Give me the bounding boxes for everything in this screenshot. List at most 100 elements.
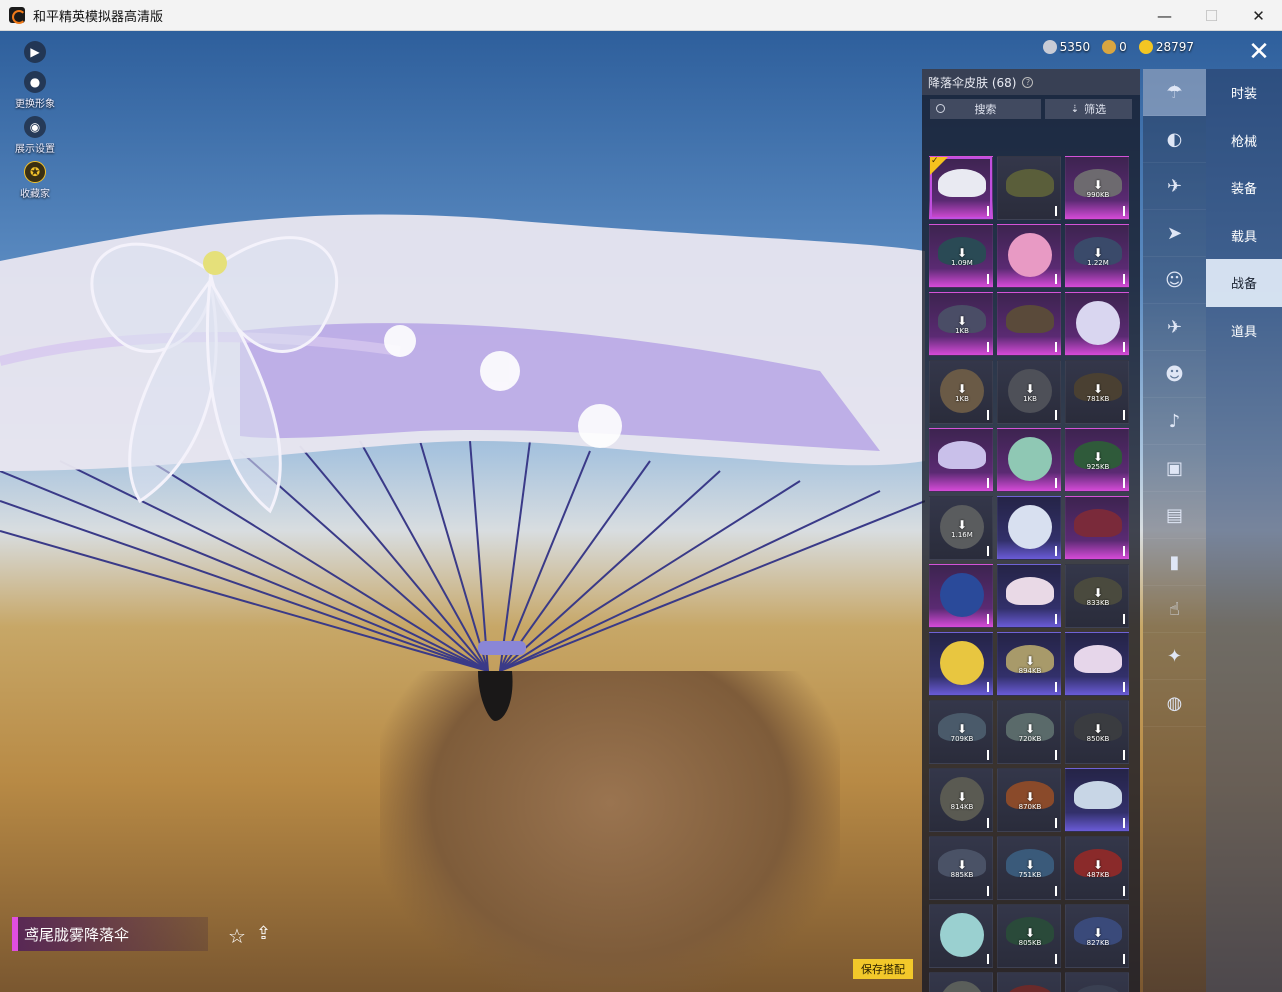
skin-item[interactable]: ⬇843KB xyxy=(1065,972,1129,992)
subcategory-gallery-icon[interactable]: ▤ xyxy=(1143,492,1206,539)
skin-item[interactable]: ⬇ 805KB xyxy=(997,904,1061,968)
search-button[interactable]: 搜索 xyxy=(930,99,1041,119)
silver-coin-icon xyxy=(1042,40,1057,54)
skin-item[interactable]: ⬇ 870KB xyxy=(997,768,1061,832)
skin-item[interactable] xyxy=(1065,292,1129,356)
subcategory-tap-icon[interactable]: ☝ xyxy=(1143,586,1206,633)
help-icon[interactable]: ? xyxy=(1022,76,1034,88)
category-tab[interactable]: 时装 xyxy=(1206,69,1282,117)
close-window-button[interactable]: ✕ xyxy=(1235,0,1282,31)
skin-item[interactable]: ⬇ 925KB xyxy=(1065,428,1129,492)
save-outfit-button[interactable]: 保存搭配 xyxy=(853,959,913,979)
favorite-star-icon[interactable]: ☆ xyxy=(228,925,250,947)
skin-item[interactable]: ⬇ 781KB xyxy=(1065,360,1129,424)
download-icon: ⬇ xyxy=(956,790,968,804)
subcategory-plane-trail-icon[interactable]: ✈ xyxy=(1143,163,1206,210)
download-size: 1.22M xyxy=(1087,259,1109,267)
parachute-thumbnail xyxy=(1006,985,1054,992)
skin-item[interactable]: ⬇414KB xyxy=(997,972,1061,992)
category-tab[interactable]: 道具 xyxy=(1206,307,1282,355)
parachute-thumbnail xyxy=(1074,509,1122,537)
skin-item[interactable] xyxy=(997,428,1061,492)
download-icon: ⬇ xyxy=(1092,178,1104,192)
ticket-coin-icon xyxy=(1102,40,1117,54)
skin-item[interactable]: ⬇ 833KB xyxy=(1065,564,1129,628)
skin-item[interactable]: ⬇ 720KB xyxy=(997,700,1061,764)
skin-item[interactable] xyxy=(929,156,993,220)
subcategory-planet-icon[interactable]: ◍ xyxy=(1143,680,1206,727)
category-tab[interactable]: 装备 xyxy=(1206,164,1282,212)
subcategory-parachute-icon[interactable]: ☂ xyxy=(1143,69,1206,116)
download-icon: ⬇ xyxy=(1024,654,1036,668)
category-tab[interactable]: 战备 xyxy=(1206,259,1282,307)
skin-item[interactable]: ⬇ 827KB xyxy=(1065,904,1129,968)
count-bar xyxy=(1055,750,1057,760)
badge-icon: ✪ xyxy=(24,161,46,183)
skin-item[interactable] xyxy=(929,632,993,696)
download-size: 1KB xyxy=(955,395,969,403)
skin-item[interactable]: ⬇ 709KB xyxy=(929,700,993,764)
skin-item[interactable] xyxy=(997,224,1061,288)
skin-item[interactable] xyxy=(1065,496,1129,560)
count-bar xyxy=(987,614,989,624)
count-bar xyxy=(1055,274,1057,284)
skin-item[interactable] xyxy=(929,904,993,968)
share-icon[interactable]: ⇪ xyxy=(256,923,278,945)
skin-item[interactable] xyxy=(997,156,1061,220)
tool-display-settings[interactable]: ◉ 展示设置 xyxy=(8,116,62,155)
skin-item[interactable]: ⬇ 1.22M xyxy=(1065,224,1129,288)
skin-item[interactable]: ⬇744KB xyxy=(929,972,993,992)
category-tab[interactable]: 枪械 xyxy=(1206,117,1282,165)
count-bar xyxy=(1123,886,1125,896)
parachute-thumbnail xyxy=(1006,169,1054,197)
subcategory-jet-icon[interactable]: ➤ xyxy=(1143,210,1206,257)
skin-item[interactable]: ⬇ 850KB xyxy=(1065,700,1129,764)
skin-item[interactable]: ⬇ 1.09M xyxy=(929,224,993,288)
skin-item[interactable]: ⬇ 1KB xyxy=(997,360,1061,424)
count-bar xyxy=(1123,342,1125,352)
download-size: 827KB xyxy=(1086,939,1110,947)
download-size: 1.16M xyxy=(951,531,973,539)
subcategory-aircraft-icon[interactable]: ✈ xyxy=(1143,304,1206,351)
close-wardrobe-button[interactable]: ✕ xyxy=(1246,39,1272,65)
skin-item[interactable] xyxy=(997,292,1061,356)
skin-item[interactable]: ⬇ 1KB xyxy=(929,360,993,424)
subcategory-chat-icon[interactable]: ▣ xyxy=(1143,445,1206,492)
parachute-thumbnail xyxy=(940,641,984,685)
subcategory-extinguisher-icon[interactable]: ▮ xyxy=(1143,539,1206,586)
minimize-button[interactable]: — xyxy=(1141,0,1188,31)
count-bar xyxy=(1123,750,1125,760)
currency-value: 28797 xyxy=(1155,40,1194,54)
currency-value: 5350 xyxy=(1059,40,1091,54)
subcategory-bot-icon[interactable]: ☻ xyxy=(1143,351,1206,398)
skin-item[interactable]: ⬇ 1KB xyxy=(929,292,993,356)
skin-item[interactable]: ⬇ 751KB xyxy=(997,836,1061,900)
download-size: 885KB xyxy=(950,871,974,879)
maximize-button[interactable]: ☐ xyxy=(1188,0,1235,31)
tool-play[interactable]: ▶ xyxy=(8,41,62,65)
skin-item[interactable] xyxy=(997,496,1061,560)
skin-item[interactable] xyxy=(1065,768,1129,832)
skin-item[interactable] xyxy=(997,564,1061,628)
skin-item[interactable]: ⬇ 1.16M xyxy=(929,496,993,560)
skin-item[interactable]: ⬇ 487KB xyxy=(1065,836,1129,900)
tool-change-avatar[interactable]: ● 更换形象 xyxy=(8,71,62,110)
subcategory-eye-wing-icon[interactable]: ◐ xyxy=(1143,116,1206,163)
category-tabs: 时装 枪械 装备 载具 战备 道具 xyxy=(1206,69,1282,992)
skin-item[interactable] xyxy=(929,564,993,628)
parachute-preview xyxy=(0,214,925,721)
currency-gold: 28797 xyxy=(1138,40,1194,54)
skin-item[interactable]: ⬇ 990KB xyxy=(1065,156,1129,220)
skin-item[interactable] xyxy=(929,428,993,492)
skin-item[interactable]: ⬇ 814KB xyxy=(929,768,993,832)
subcategory-wand-icon[interactable]: ✦ xyxy=(1143,633,1206,680)
skin-item[interactable]: ⬇ 894KB xyxy=(997,632,1061,696)
subcategory-emote-icon[interactable]: ☺ xyxy=(1143,257,1206,304)
subcategory-speaker-icon[interactable]: ♪ xyxy=(1143,398,1206,445)
skin-item[interactable] xyxy=(1065,632,1129,696)
filter-button[interactable]: ⇣ 筛选 xyxy=(1044,99,1132,119)
tool-collector[interactable]: ✪ 收藏家 xyxy=(8,161,62,200)
download-size: 805KB xyxy=(1018,939,1042,947)
category-tab[interactable]: 载具 xyxy=(1206,212,1282,260)
skin-item[interactable]: ⬇ 885KB xyxy=(929,836,993,900)
